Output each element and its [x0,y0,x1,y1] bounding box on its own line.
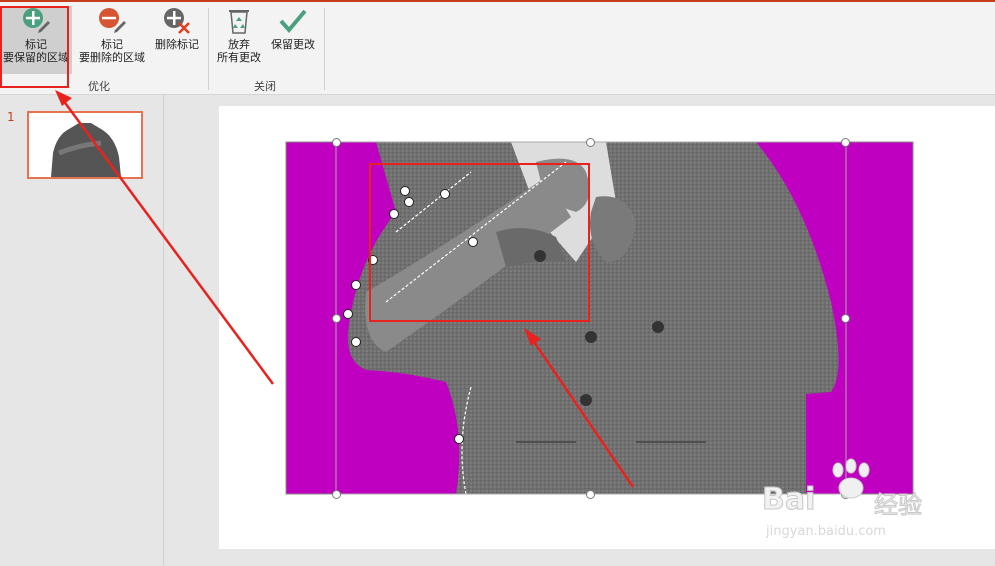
watermark-brand-cn: 经验 [874,491,923,520]
watermark-brand: Bai [761,482,816,518]
watermark-url: jingyan.baidu.com [766,524,886,539]
paw-icon [832,458,870,499]
